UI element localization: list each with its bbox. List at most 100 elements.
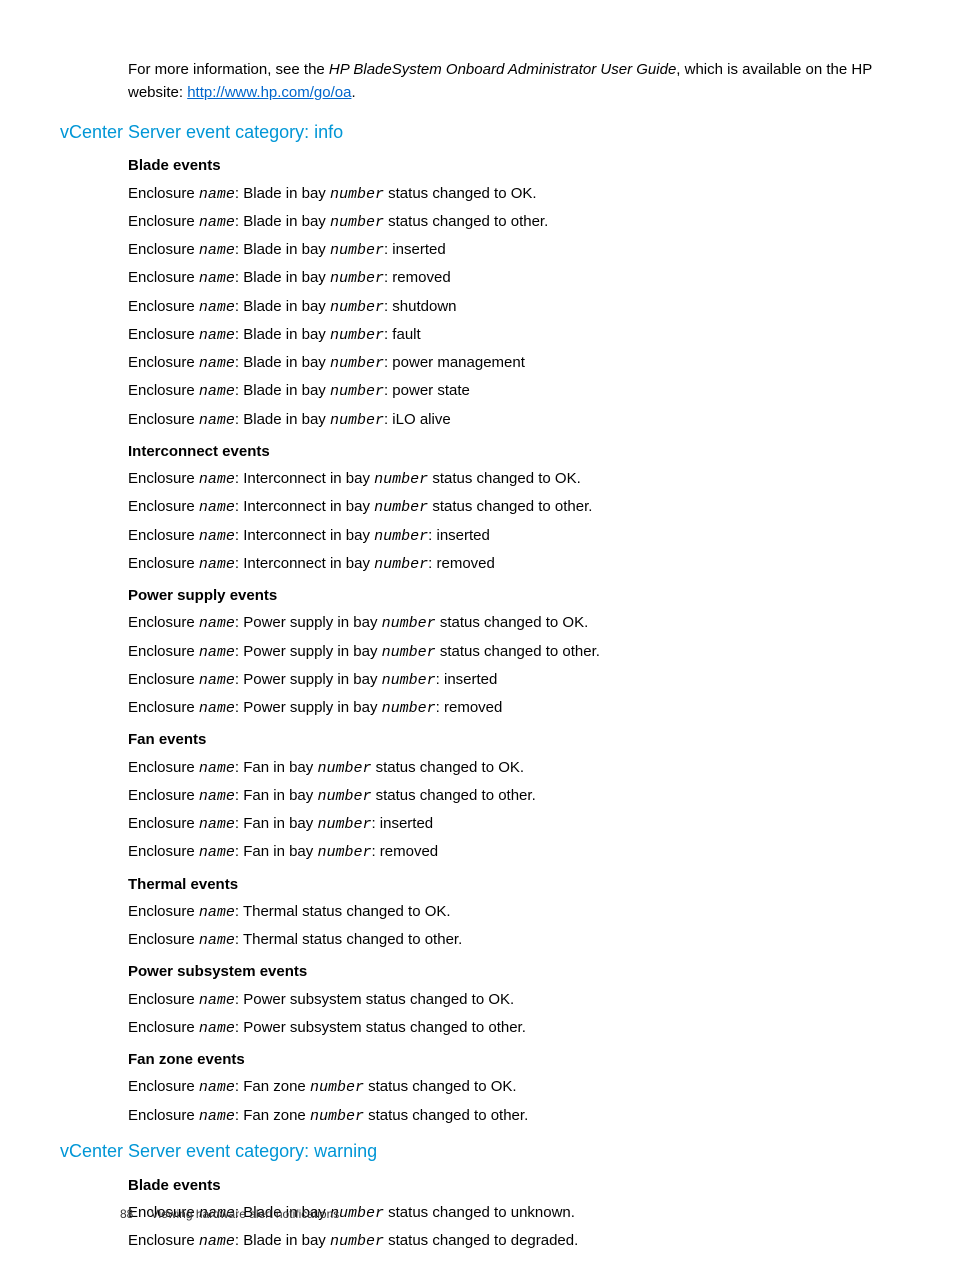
event-line: Enclosure name: Blade in bay number: ins… — [128, 238, 894, 262]
intro-suffix: . — [351, 84, 355, 101]
event-mid: : Fan in bay — [235, 843, 318, 860]
event-var: number — [330, 383, 384, 400]
event-prefix: Enclosure — [128, 643, 199, 660]
event-prefix: Enclosure — [128, 354, 199, 371]
event-mid: : Blade in bay — [235, 185, 330, 202]
event-suffix: status changed to OK. — [364, 1078, 517, 1095]
event-var: name — [199, 499, 235, 516]
event-suffix: : removed — [384, 269, 451, 286]
event-line: Enclosure name: Thermal status changed t… — [128, 928, 894, 952]
event-var: name — [199, 788, 235, 805]
event-var: name — [199, 186, 235, 203]
event-mid: : Interconnect in bay — [235, 527, 374, 544]
event-prefix: Enclosure — [128, 991, 199, 1008]
event-mid: : Power supply in bay — [235, 643, 382, 660]
event-prefix: Enclosure — [128, 931, 199, 948]
event-line: Enclosure name: Interconnect in bay numb… — [128, 467, 894, 491]
event-line: Enclosure name: Power supply in bay numb… — [128, 640, 894, 664]
group-title: Power supply events — [128, 584, 894, 607]
event-suffix: status changed to OK. — [436, 614, 589, 631]
document-page: For more information, see the HP BladeSy… — [60, 58, 894, 1254]
event-prefix: Enclosure — [128, 759, 199, 776]
event-prefix: Enclosure — [128, 498, 199, 515]
event-var: number — [374, 471, 428, 488]
event-line: Enclosure name: Interconnect in bay numb… — [128, 524, 894, 548]
event-var: name — [199, 299, 235, 316]
event-var: number — [374, 556, 428, 573]
group-title: Interconnect events — [128, 440, 894, 463]
event-var: number — [317, 844, 371, 861]
event-prefix: Enclosure — [128, 241, 199, 258]
event-suffix: status changed to OK. — [371, 759, 524, 776]
event-var: name — [199, 242, 235, 259]
event-line: Enclosure name: Power supply in bay numb… — [128, 611, 894, 635]
group-title: Fan zone events — [128, 1048, 894, 1071]
event-var: name — [199, 327, 235, 344]
event-prefix: Enclosure — [128, 1078, 199, 1095]
event-suffix: status changed to other. — [371, 787, 535, 804]
event-line: Enclosure name: Blade in bay number: pow… — [128, 379, 894, 403]
event-prefix: Enclosure — [128, 269, 199, 286]
event-suffix: : power management — [384, 354, 525, 371]
event-line: Enclosure name: Power subsystem status c… — [128, 988, 894, 1012]
event-line: Enclosure name: Fan in bay number: inser… — [128, 812, 894, 836]
group-title: Thermal events — [128, 873, 894, 896]
event-var: name — [199, 270, 235, 287]
event-mid: : Blade in bay — [235, 298, 330, 315]
event-var: name — [199, 844, 235, 861]
event-mid: : Blade in bay — [235, 382, 330, 399]
footer-title: Viewing hardware alert notifications — [151, 1207, 340, 1221]
event-suffix: status changed to other. — [384, 213, 548, 230]
event-line: Enclosure name: Power subsystem status c… — [128, 1016, 894, 1040]
event-mid: : Fan in bay — [235, 815, 318, 832]
event-var: number — [374, 499, 428, 516]
event-mid: : Blade in bay — [235, 213, 330, 230]
group-title: Power subsystem events — [128, 960, 894, 983]
event-var: name — [199, 615, 235, 632]
event-var: number — [330, 270, 384, 287]
event-var: number — [317, 760, 371, 777]
event-mid: : Thermal status changed to OK. — [235, 903, 451, 920]
event-var: number — [330, 1233, 384, 1250]
event-var: name — [199, 528, 235, 545]
event-suffix: status changed to degraded. — [384, 1232, 578, 1249]
event-var: number — [374, 528, 428, 545]
event-var: number — [310, 1079, 364, 1096]
event-var: number — [310, 1108, 364, 1125]
event-prefix: Enclosure — [128, 903, 199, 920]
event-mid: : Blade in bay — [235, 326, 330, 343]
intro-link[interactable]: http://www.hp.com/go/oa — [187, 84, 351, 101]
event-line: Enclosure name: Blade in bay number stat… — [128, 1229, 894, 1253]
event-prefix: Enclosure — [128, 382, 199, 399]
event-mid: : Fan in bay — [235, 759, 318, 776]
event-var: number — [382, 672, 436, 689]
event-var: number — [330, 299, 384, 316]
event-suffix: status changed to OK. — [384, 185, 537, 202]
event-line: Enclosure name: Thermal status changed t… — [128, 900, 894, 924]
event-list: Enclosure name: Power subsystem status c… — [128, 988, 894, 1041]
event-prefix: Enclosure — [128, 298, 199, 315]
event-mid: : Fan zone — [235, 1107, 310, 1124]
event-var: number — [317, 788, 371, 805]
event-var: number — [317, 816, 371, 833]
section-heading: vCenter Server event category: info — [60, 119, 894, 147]
intro-paragraph: For more information, see the HP BladeSy… — [128, 58, 894, 105]
event-var: name — [199, 1079, 235, 1096]
event-suffix: : inserted — [428, 527, 490, 544]
event-prefix: Enclosure — [128, 787, 199, 804]
event-suffix: : inserted — [371, 815, 433, 832]
event-var: name — [199, 904, 235, 921]
event-suffix: : iLO alive — [384, 411, 451, 428]
event-list: Enclosure name: Power supply in bay numb… — [128, 611, 894, 720]
event-line: Enclosure name: Fan in bay number status… — [128, 756, 894, 780]
event-var: name — [199, 644, 235, 661]
event-suffix: status changed to other. — [436, 643, 600, 660]
event-var: name — [199, 355, 235, 372]
event-mid: : Blade in bay — [235, 1232, 330, 1249]
intro-prefix: For more information, see the — [128, 61, 329, 78]
event-suffix: : shutdown — [384, 298, 457, 315]
event-prefix: Enclosure — [128, 470, 199, 487]
event-prefix: Enclosure — [128, 1107, 199, 1124]
event-var: name — [199, 412, 235, 429]
event-var: name — [199, 760, 235, 777]
